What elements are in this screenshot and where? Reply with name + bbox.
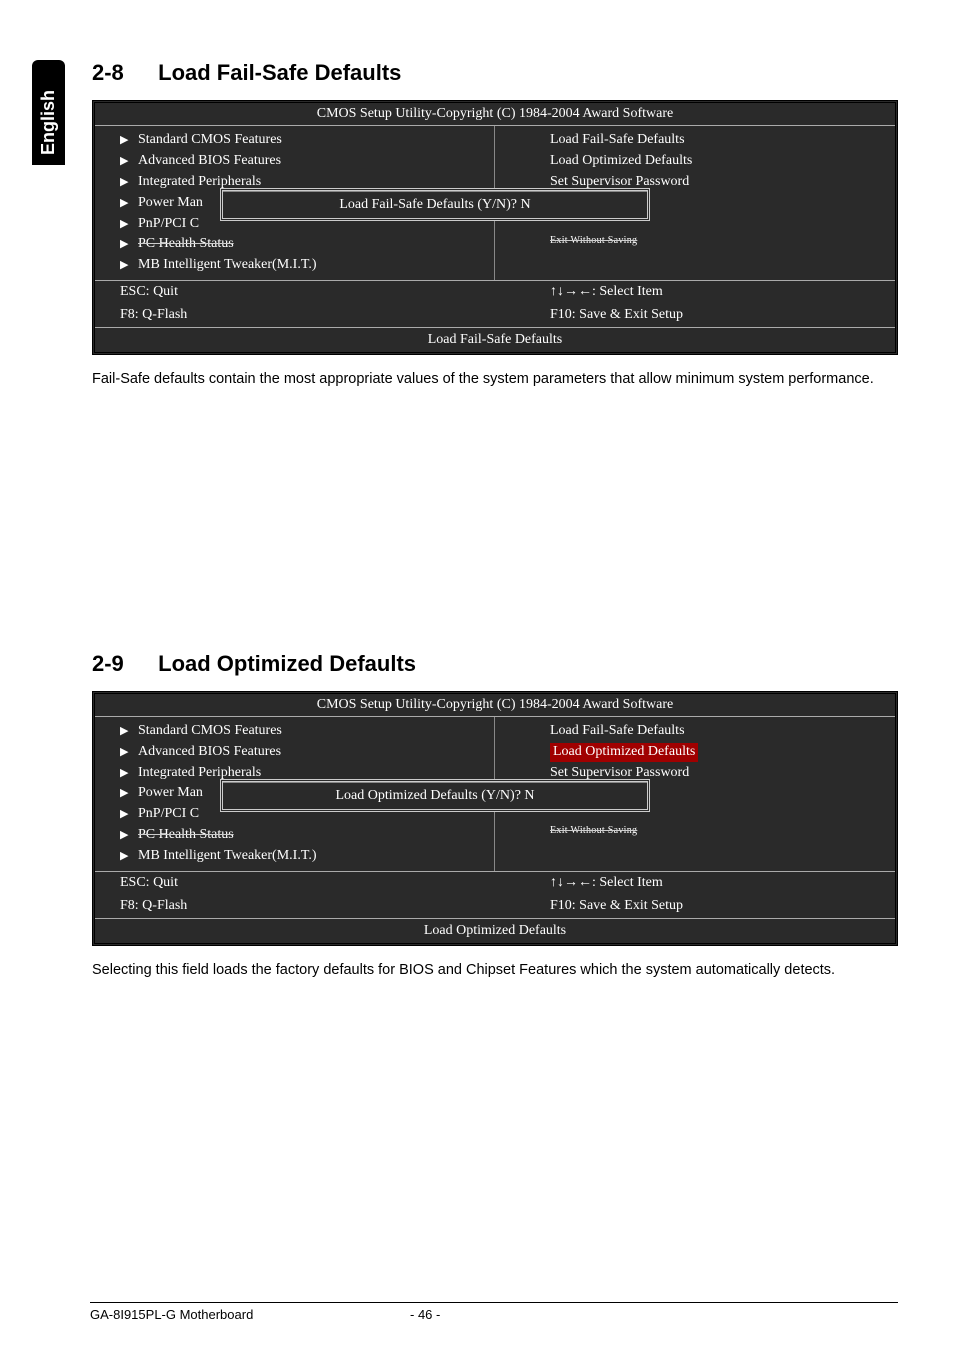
- bios-title-1: CMOS Setup Utility-Copyright (C) 1984-20…: [95, 103, 895, 125]
- section-heading-2: 2-9 Load Optimized Defaults: [92, 651, 898, 677]
- menu-item[interactable]: Load Fail-Safe Defaults: [495, 130, 895, 151]
- footer-product: GA-8I915PL-G Motherboard: [90, 1307, 410, 1322]
- triangle-icon: ▶: [120, 175, 138, 190]
- triangle-icon: ▶: [120, 807, 138, 822]
- triangle-icon: ▶: [120, 786, 138, 801]
- bios-title-2: CMOS Setup Utility-Copyright (C) 1984-20…: [95, 694, 895, 716]
- menu-item[interactable]: ▶Standard CMOS Features: [95, 721, 494, 742]
- dialog-text: Load Optimized Defaults (Y/N)? N: [223, 783, 647, 809]
- triangle-icon: ▶: [120, 745, 138, 760]
- menu-item[interactable]: ▶PC Health Status: [95, 234, 494, 255]
- triangle-icon: ▶: [120, 196, 138, 211]
- triangle-icon: ▶: [120, 766, 138, 781]
- confirm-dialog-1[interactable]: Load Fail-Safe Defaults (Y/N)? N: [220, 188, 650, 221]
- menu-item[interactable]: Load Fail-Safe Defaults: [495, 721, 895, 742]
- triangle-icon: ▶: [120, 724, 138, 739]
- footer-page-number: - 46 -: [410, 1307, 470, 1322]
- section-paragraph-2: Selecting this field loads the factory d…: [92, 960, 898, 982]
- section-num-1: 2-8: [92, 60, 152, 86]
- footer-esc: ESC: Quit: [95, 281, 495, 304]
- section-title-1: Load Fail-Safe Defaults: [158, 60, 401, 85]
- triangle-icon: ▶: [120, 237, 138, 252]
- bios-helpbar-1: Load Fail-Safe Defaults: [95, 327, 895, 352]
- triangle-icon: ▶: [120, 133, 138, 148]
- triangle-icon: ▶: [120, 849, 138, 864]
- footer-f10: F10: Save & Exit Setup: [495, 304, 895, 327]
- bios-screen-2: CMOS Setup Utility-Copyright (C) 1984-20…: [92, 691, 898, 946]
- menu-item[interactable]: Load Optimized Defaults: [495, 151, 895, 172]
- menu-item[interactable]: Exit Without Saving: [550, 825, 637, 836]
- triangle-icon: ▶: [120, 217, 138, 232]
- menu-item[interactable]: ▶MB Intelligent Tweaker(M.I.T.): [95, 255, 494, 276]
- menu-item[interactable]: Exit Without Saving: [550, 235, 637, 246]
- menu-item[interactable]: ▶Advanced BIOS Features: [95, 742, 494, 763]
- section-num-2: 2-9: [92, 651, 152, 677]
- section-title-2: Load Optimized Defaults: [158, 651, 416, 676]
- menu-item[interactable]: ▶MB Intelligent Tweaker(M.I.T.): [95, 846, 494, 867]
- bios-screen-1: CMOS Setup Utility-Copyright (C) 1984-20…: [92, 100, 898, 355]
- footer-esc: ESC: Quit: [95, 872, 495, 895]
- bios-helpbar-2: Load Optimized Defaults: [95, 918, 895, 943]
- section-paragraph-1: Fail-Safe defaults contain the most appr…: [92, 369, 898, 391]
- footer-f8: F8: Q-Flash: [95, 304, 495, 327]
- menu-item[interactable]: ▶Standard CMOS Features: [95, 130, 494, 151]
- menu-item-highlighted[interactable]: Load Optimized Defaults: [495, 742, 895, 763]
- footer-f10: F10: Save & Exit Setup: [495, 895, 895, 918]
- page-footer: GA-8I915PL-G Motherboard - 46 -: [90, 1302, 898, 1322]
- menu-item[interactable]: ▶Advanced BIOS Features: [95, 151, 494, 172]
- dialog-text: Load Fail-Safe Defaults (Y/N)? N: [223, 192, 647, 218]
- menu-item[interactable]: ▶PC Health Status: [95, 825, 494, 846]
- triangle-icon: ▶: [120, 258, 138, 273]
- footer-f8: F8: Q-Flash: [95, 895, 495, 918]
- section-heading-1: 2-8 Load Fail-Safe Defaults: [92, 60, 898, 86]
- footer-select: ↑↓→←: Select Item: [495, 872, 895, 895]
- triangle-icon: ▶: [120, 828, 138, 843]
- confirm-dialog-2[interactable]: Load Optimized Defaults (Y/N)? N: [220, 779, 650, 812]
- triangle-icon: ▶: [120, 154, 138, 169]
- language-tab: English: [32, 60, 65, 165]
- footer-select: ↑↓→←: Select Item: [495, 281, 895, 304]
